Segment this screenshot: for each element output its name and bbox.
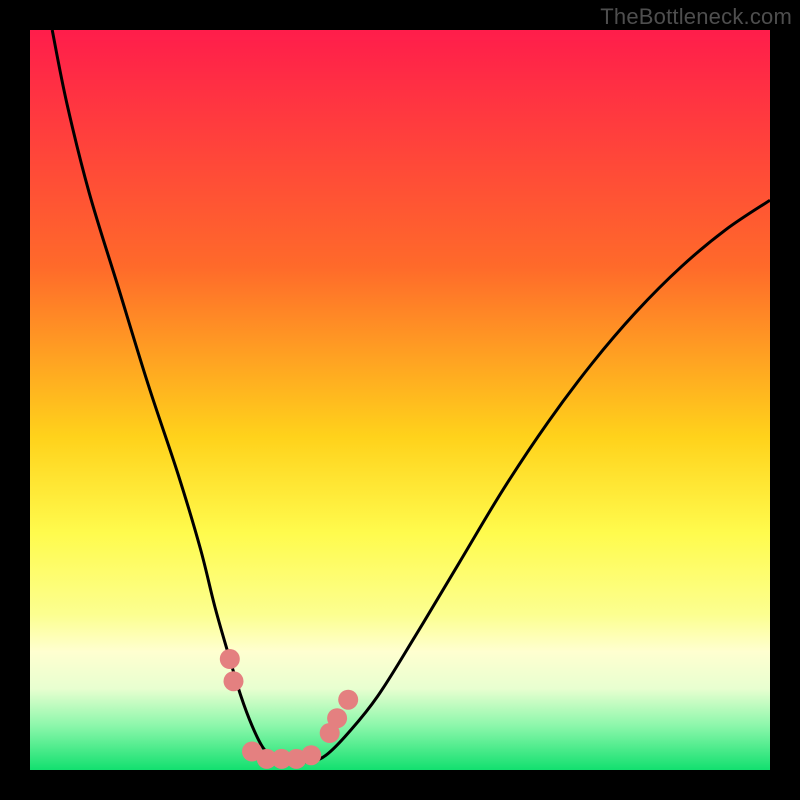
curve-marker [224,671,244,691]
curve-marker [301,745,321,765]
curve-marker [338,690,358,710]
chart-frame: TheBottleneck.com [0,0,800,800]
plot-area [30,30,770,770]
curve-marker [220,649,240,669]
bottleneck-chart [30,30,770,770]
watermark-text: TheBottleneck.com [600,4,792,30]
curve-marker [327,708,347,728]
